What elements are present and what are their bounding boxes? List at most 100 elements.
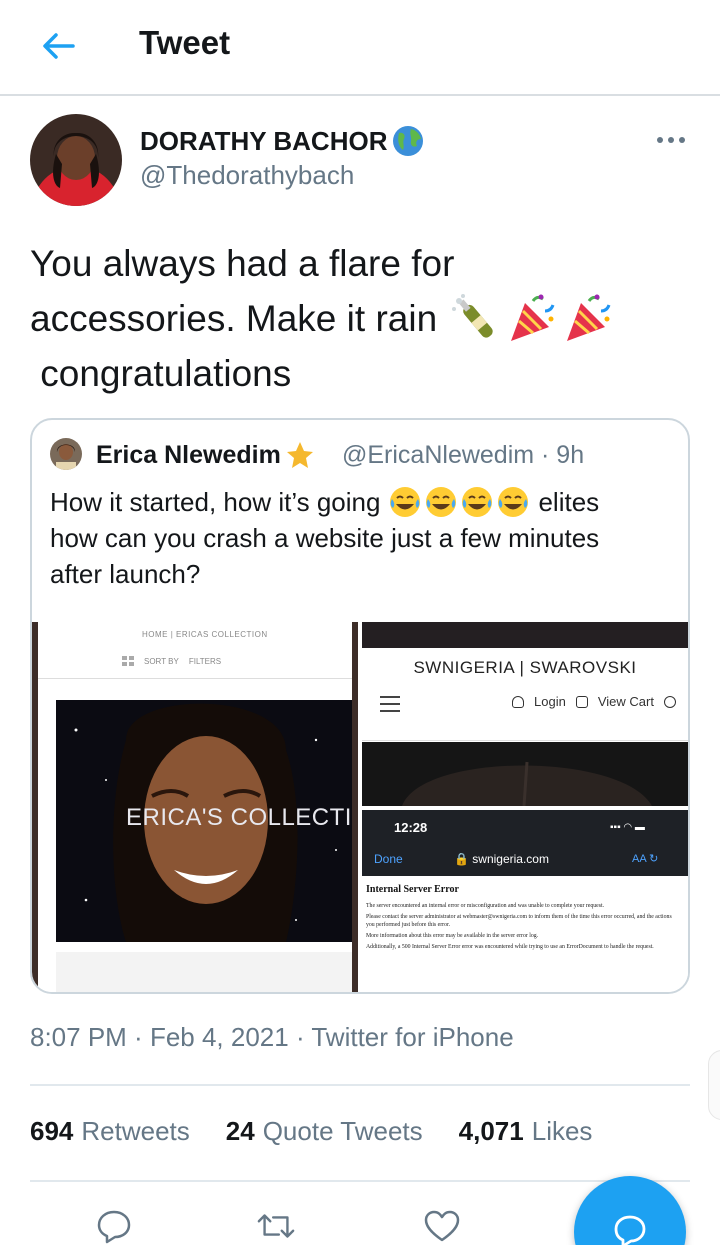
tweet-stats: 694 Retweets 24 Quote Tweets 4,071 Likes (30, 1116, 592, 1147)
site-divider (38, 678, 352, 679)
laughing-crying-icon (498, 487, 529, 517)
author-handle[interactable]: @Thedorathybach (140, 160, 354, 191)
tweet-line: You always had a flare for (30, 243, 455, 284)
quoted-line: how can you crash a website just a few m… (50, 523, 600, 553)
retweet-icon (257, 1214, 295, 1238)
cart-icon (575, 695, 588, 708)
site-breadcrumb: HOME | ERICAS COLLECTION (142, 630, 268, 639)
quoted-line-text: elites (538, 487, 600, 517)
more-dot-icon (668, 137, 674, 143)
hero-banner: ERICA'S COLLECTIOI (56, 700, 352, 942)
browser-chrome: 12:28 ▪▪▪ ◠ ▬ Done 🔒 swnigeria.com AA ↻ (362, 810, 688, 876)
quoted-media-grid[interactable]: HOME | ERICAS COLLECTION SORT BY FILTERS… (32, 622, 688, 992)
back-arrow-icon (43, 33, 75, 59)
image-bottom-strip (56, 952, 352, 992)
login-link: Login (534, 694, 566, 709)
divider (30, 1180, 690, 1182)
quote-tweets-label: Quote Tweets (262, 1116, 423, 1146)
tweet-date: Feb 4, 2021 (149, 1022, 289, 1052)
error-paragraph: Please contact the server administrator … (366, 914, 672, 928)
quoted-tweet-card[interactable]: Erica Nlewedim @EricaNlewedim · 9h How i… (30, 418, 690, 994)
likes-count: 4,071 (458, 1116, 524, 1146)
browser-done: Done (374, 852, 403, 866)
browser-aa-text: AA (632, 853, 647, 865)
more-dot-icon (657, 137, 663, 143)
browser-aa: AA ↻ (632, 853, 659, 865)
grid-view-icon (122, 656, 134, 666)
author-name[interactable]: DORATHY BACHOR (140, 124, 425, 158)
tweet-body: You always had a flare for accessories. … (30, 236, 700, 401)
error-paragraph: Additionally, a 500 Internal Server Erro… (366, 944, 654, 950)
media-image-swarovski-site[interactable]: SWNIGERIA | SWAROVSKI Login View Cart (362, 622, 688, 806)
site-brand: SWNIGERIA | SWAROVSKI (413, 658, 637, 677)
error-title: Internal Server Error (366, 884, 459, 895)
site-account-links: Login View Cart (512, 694, 676, 709)
retweets-label: Retweets (81, 1116, 190, 1146)
quote-tweets-count: 24 (225, 1116, 255, 1146)
error-body: The server encountered an internal error… (366, 902, 676, 954)
tweet-line-text: accessories. Make it rain (30, 298, 438, 339)
error-paragraph: The server encountered an internal error… (366, 903, 605, 909)
compose-reply-fab[interactable] (574, 1176, 686, 1245)
laughing-crying-icon (426, 487, 457, 517)
quote-tweets-stat[interactable]: 24 Quote Tweets (226, 1116, 423, 1147)
quoted-tweet-body: How it started, how it’s going elites ho… (50, 484, 670, 592)
filters-label: FILTERS (188, 656, 222, 666)
media-image-server-error[interactable]: 12:28 ▪▪▪ ◠ ▬ Done 🔒 swnigeria.com AA ↻ … (362, 810, 688, 992)
retweet-button[interactable] (256, 1208, 296, 1244)
site-tools: SORT BY FILTERS (122, 656, 221, 666)
user-icon (512, 695, 524, 708)
browser-url: 🔒 swnigeria.com (454, 852, 549, 866)
error-paragraph: More information about this error may be… (366, 933, 539, 939)
globe-icon (393, 126, 424, 156)
search-icon (663, 695, 676, 708)
top-bar: Tweet (0, 0, 720, 96)
tweet-line: congratulations (30, 353, 292, 394)
media-image-ericas-collection[interactable]: HOME | ERICAS COLLECTION SORT BY FILTERS… (32, 622, 358, 992)
quoted-author-name-text: Erica Nlewedim (96, 440, 281, 469)
like-button[interactable] (422, 1208, 462, 1244)
tweet-line: accessories. Make it rain (30, 291, 700, 346)
phone-status-icons: ▪▪▪ ◠ ▬ (610, 822, 645, 833)
hero-title: ERICA'S COLLECTIOI (126, 804, 352, 831)
divider (30, 1084, 690, 1086)
retweets-count: 694 (30, 1116, 74, 1146)
view-cart-link: View Cart (597, 694, 654, 709)
tweet-time: 8:07 PM (30, 1022, 127, 1052)
sort-by-label: SORT BY (144, 656, 179, 666)
party-popper-icon (567, 294, 611, 341)
laugh-emojis (388, 485, 530, 519)
page-title: Tweet (139, 24, 231, 61)
phone-time: 12:28 (394, 820, 428, 835)
quoted-author-name: Erica Nlewedim (96, 440, 315, 470)
party-popper-icon (511, 294, 555, 341)
image-frame (352, 622, 358, 992)
reply-button[interactable] (94, 1208, 134, 1244)
tweet-source[interactable]: Twitter for iPhone (311, 1022, 513, 1052)
heart-icon (424, 1210, 460, 1242)
laughing-crying-icon (390, 487, 421, 517)
browser-url-text: swnigeria.com (472, 852, 549, 866)
reply-icon (97, 1210, 131, 1244)
quoted-line: How it started, how it’s going elites (50, 484, 670, 520)
hero-hair-image (362, 742, 688, 806)
retweets-stat[interactable]: 694 Retweets (30, 1116, 190, 1147)
more-options-button[interactable] (650, 126, 692, 154)
likes-label: Likes (531, 1116, 593, 1146)
quoted-line: after launch? (50, 559, 201, 589)
author-avatar[interactable] (30, 114, 122, 206)
champagne-bottle-icon (452, 293, 493, 338)
site-topbar (362, 622, 688, 648)
quoted-line-text: How it started, how it’s going (50, 487, 381, 517)
laughing-crying-icon (462, 487, 493, 517)
star-icon (286, 442, 313, 468)
back-button[interactable] (38, 28, 78, 64)
scroll-indicator (708, 1050, 720, 1120)
more-dot-icon (679, 137, 685, 143)
tweet-emojis (449, 293, 615, 345)
site-divider (362, 740, 688, 741)
quoted-author-avatar[interactable] (50, 438, 82, 470)
likes-stat[interactable]: 4,071 Likes (459, 1116, 593, 1147)
hamburger-menu-icon (380, 696, 400, 717)
tweet-meta: 8:07 PM · Feb 4, 2021 · Twitter for iPho… (30, 1022, 514, 1052)
